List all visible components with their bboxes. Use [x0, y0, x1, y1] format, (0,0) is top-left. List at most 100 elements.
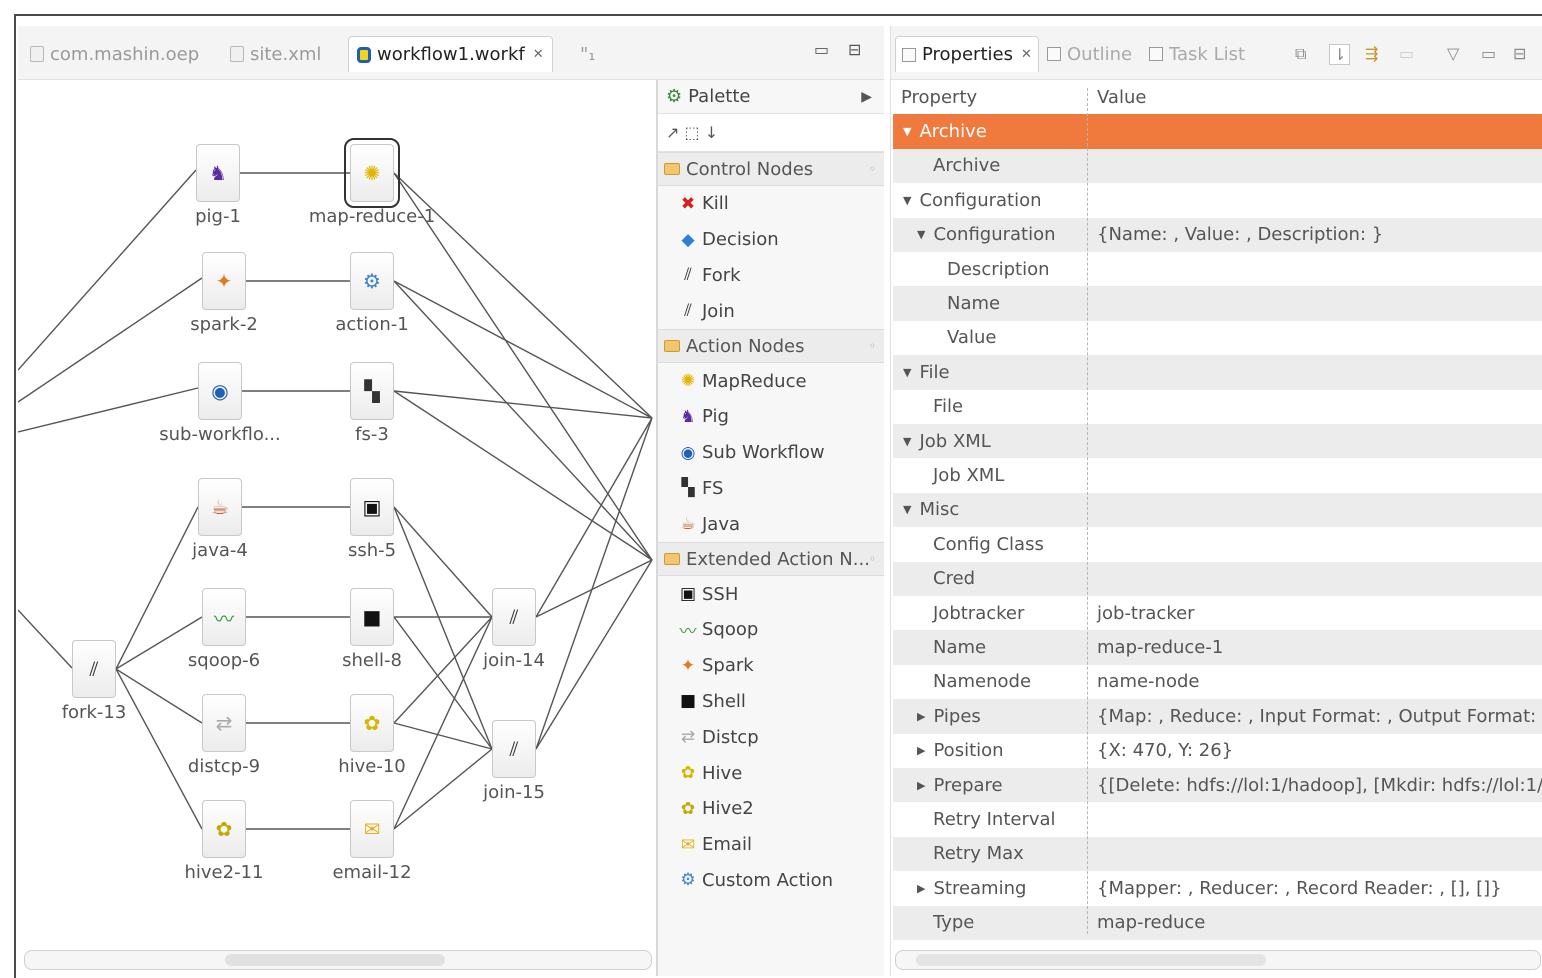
property-row[interactable]: Value: [893, 321, 1542, 355]
palette-item[interactable]: ☕ Java: [658, 506, 884, 542]
property-value[interactable]: {Name: , Value: , Description: }: [1097, 218, 1383, 252]
connection[interactable]: [393, 616, 493, 724]
expand-toggle-icon[interactable]: ▼: [903, 125, 911, 138]
palette-item[interactable]: ✺ MapReduce: [658, 363, 884, 399]
node-spark-2[interactable]: ✦: [202, 252, 246, 310]
minimize-icon[interactable]: ▭: [1481, 44, 1496, 63]
properties-horizontal-scrollbar[interactable]: [895, 950, 1541, 970]
pin-icon[interactable]: ◦: [869, 552, 876, 566]
expand-toggle-icon[interactable]: ▶: [917, 710, 925, 723]
connection[interactable]: [393, 616, 493, 750]
palette-tools[interactable]: ↗ ⬚ ↓: [658, 114, 884, 152]
expand-toggle-icon[interactable]: ▶: [917, 882, 925, 895]
property-row[interactable]: ▶ Position {X: 470, Y: 26}: [893, 734, 1542, 768]
palette-item[interactable]: ♞ Pig: [658, 399, 884, 435]
pin-icon[interactable]: ◦: [869, 162, 876, 176]
palette-item[interactable]: ◉ Sub Workflow: [658, 435, 884, 471]
property-row[interactable]: Namenode name-node: [893, 665, 1542, 699]
palette-item[interactable]: 〰 Sqoop: [658, 612, 884, 648]
property-value[interactable]: job-tracker: [1097, 596, 1195, 630]
palette-item[interactable]: ▚ FS: [658, 471, 884, 507]
pin-view-icon[interactable]: ⧉: [1295, 44, 1306, 64]
property-row[interactable]: ▶ Prepare {[Delete: hdfs://lol:1/hadoop], …: [893, 768, 1542, 803]
palette-item[interactable]: ◆ Decision: [658, 222, 884, 258]
column-property[interactable]: Property: [901, 87, 977, 108]
node-map-reduce-1[interactable]: ✺: [344, 138, 400, 208]
palette-item[interactable]: ✉ Email: [658, 827, 884, 863]
palette-item[interactable]: ✿ Hive: [658, 755, 884, 791]
palette-collapse-icon[interactable]: ▶: [861, 89, 872, 105]
palette-item[interactable]: ⇄ Distcp: [658, 719, 884, 755]
property-row[interactable]: File: [893, 390, 1542, 424]
expand-toggle-icon[interactable]: ▶: [917, 779, 925, 792]
property-row[interactable]: ▼ Misc: [893, 492, 1542, 528]
property-row[interactable]: Description: [893, 252, 1542, 286]
tab-workflow1[interactable]: workflow1.workf ✕: [348, 36, 553, 72]
property-row[interactable]: ▶ Streaming {Mapper: , Reducer: , Record R…: [893, 871, 1542, 905]
expand-toggle-icon[interactable]: ▼: [903, 435, 911, 448]
property-value[interactable]: map-reduce: [1097, 906, 1205, 940]
palette-item[interactable]: ✿ Hive2: [658, 791, 884, 827]
palette-item[interactable]: ⫽ Fork: [658, 258, 884, 294]
palette-item[interactable]: ▣ SSH: [658, 576, 884, 612]
node-hive2-11[interactable]: ✿: [202, 800, 246, 858]
tab-properties[interactable]: Properties ✕: [895, 36, 1039, 72]
property-row[interactable]: Type map-reduce: [893, 905, 1542, 940]
node-fork-13[interactable]: ⫽: [72, 640, 116, 698]
node-ssh-5[interactable]: ▣: [350, 478, 394, 536]
categories-icon[interactable]: ⇂: [1329, 44, 1351, 65]
connection[interactable]: [535, 417, 653, 750]
connection-incoming[interactable]: [18, 169, 197, 371]
connection[interactable]: [115, 668, 203, 830]
property-row[interactable]: ▼ Archive: [893, 114, 1542, 149]
palette-drawer[interactable]: Extended Action N... ◦: [658, 542, 884, 577]
property-row[interactable]: Name: [893, 286, 1542, 321]
property-row[interactable]: Name map-reduce-1: [893, 630, 1542, 665]
palette-item[interactable]: ✖ Kill: [658, 186, 884, 222]
palette-item[interactable]: ■ Shell: [658, 684, 884, 720]
tab-site-xml[interactable]: site.xml: [230, 36, 321, 72]
palette-item[interactable]: ⫽ Join: [658, 293, 884, 329]
workflow-canvas[interactable]: ♞ pig-1 ✺ map-reduce-1 ✦ spark-2 ⚙ action-1 ◉ sub…: [18, 80, 656, 950]
column-value[interactable]: Value: [1097, 87, 1146, 108]
connection[interactable]: [393, 748, 493, 830]
node-fs-3[interactable]: ▚: [350, 362, 394, 420]
connection[interactable]: [393, 390, 653, 419]
property-row[interactable]: ▶ Pipes {Map: , Reduce: , Input Format: , …: [893, 699, 1542, 734]
connection[interactable]: [393, 506, 493, 750]
property-row[interactable]: ▼ Configuration {Name: , Value: , Descript…: [893, 217, 1542, 252]
palette-header[interactable]: ⚙ Palette ▶: [658, 80, 884, 114]
palette-drawer[interactable]: Control Nodes ◦: [658, 152, 884, 186]
property-value[interactable]: name-node: [1097, 665, 1199, 699]
property-row[interactable]: Retry Max: [893, 836, 1542, 872]
tab-com-mashin-oep[interactable]: com.mashin.oep: [30, 36, 199, 72]
node-shell-8[interactable]: ■: [350, 588, 394, 646]
editor-horizontal-scrollbar[interactable]: [24, 950, 652, 970]
property-row[interactable]: Retry Interval: [893, 802, 1542, 836]
property-value[interactable]: {Mapper: , Reducer: , Record Reader: , […: [1097, 871, 1502, 905]
tab-task-list[interactable]: Task List: [1149, 36, 1245, 72]
connection-incoming[interactable]: [18, 609, 73, 669]
property-value[interactable]: {X: 470, Y: 26}: [1097, 734, 1233, 768]
node-join-15[interactable]: ⫽: [492, 720, 536, 778]
node-email-12[interactable]: ✉: [350, 800, 394, 858]
connection[interactable]: [393, 280, 653, 419]
maximize-icon[interactable]: ⊟: [1513, 44, 1526, 63]
connection[interactable]: [393, 172, 653, 561]
expand-toggle-icon[interactable]: ▶: [917, 744, 925, 757]
pin-icon[interactable]: ◦: [869, 339, 876, 353]
palette-item[interactable]: ✦ Spark: [658, 648, 884, 684]
node-sub-workflow[interactable]: ◉: [198, 362, 242, 420]
node-java-4[interactable]: ☕: [198, 478, 242, 536]
scrollbar-thumb[interactable]: [225, 954, 445, 966]
connection[interactable]: [115, 668, 203, 724]
property-row[interactable]: Jobtracker job-tracker: [893, 596, 1542, 630]
expand-toggle-icon[interactable]: ▼: [903, 366, 911, 379]
expand-toggle-icon[interactable]: ▼: [903, 194, 911, 207]
property-value[interactable]: {[Delete: hdfs://lol:1/hadoop], [Mkdir: …: [1097, 768, 1542, 802]
tab-outline[interactable]: Outline: [1047, 36, 1132, 72]
node-hive-10[interactable]: ✿: [350, 694, 394, 752]
connection[interactable]: [393, 722, 493, 750]
close-tab-icon[interactable]: ✕: [1021, 47, 1032, 62]
connection[interactable]: [393, 616, 493, 830]
